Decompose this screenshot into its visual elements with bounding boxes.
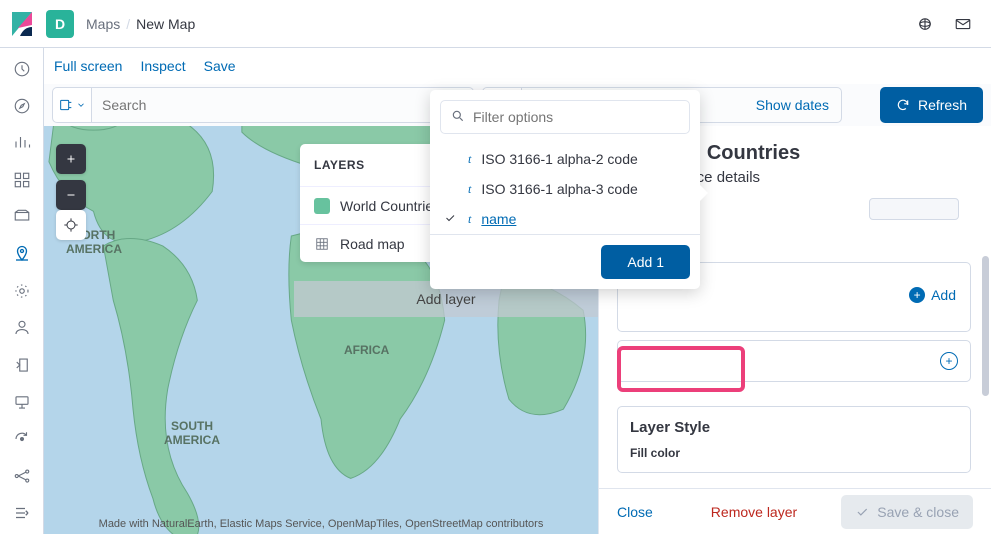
option-label: name	[481, 211, 516, 227]
filter-options-input[interactable]	[473, 109, 679, 125]
add-field-button[interactable]: + Add	[909, 287, 956, 303]
search-input[interactable]	[102, 97, 435, 113]
refresh-label: Refresh	[918, 97, 967, 113]
rail-recent-icon[interactable]	[10, 58, 34, 81]
grid-icon	[314, 236, 330, 252]
rail-infra-icon[interactable]	[10, 316, 34, 339]
config-footer: Close Remove layer Save & close	[599, 488, 991, 534]
option-name[interactable]: t name	[430, 204, 700, 234]
full-screen-link[interactable]: Full screen	[54, 58, 122, 74]
layer-label: Road map	[340, 236, 405, 252]
rail-collapse-icon[interactable]	[10, 501, 34, 524]
inspect-link[interactable]: Inspect	[140, 58, 185, 74]
breadcrumb-current: New Map	[136, 16, 195, 32]
close-link[interactable]: Close	[617, 504, 653, 520]
action-links: Full screen Inspect Save	[44, 48, 991, 84]
breadcrumb: Maps / New Map	[86, 16, 195, 32]
locate-button[interactable]	[56, 210, 86, 240]
plus-outline-icon[interactable]: +	[940, 352, 958, 370]
zoom-in-button[interactable]	[56, 144, 86, 174]
rail-discover-icon[interactable]	[10, 95, 34, 118]
rail-logs-icon[interactable]	[10, 353, 34, 376]
layers-title: LAYERS	[314, 158, 365, 172]
remove-layer-link[interactable]: Remove layer	[711, 504, 797, 520]
secondary-card: +	[617, 340, 971, 382]
left-rail	[0, 48, 44, 534]
option-label: ISO 3166-1 alpha-2 code	[481, 151, 637, 167]
breadcrumb-app[interactable]: Maps	[86, 16, 120, 32]
filter-button[interactable]	[52, 87, 92, 123]
save-close-label: Save & close	[877, 504, 959, 520]
field-select-popover: t ISO 3166-1 alpha-2 code t ISO 3166-1 a…	[430, 90, 700, 289]
plus-circle-icon: +	[909, 287, 925, 303]
check-icon	[444, 211, 458, 227]
rail-apm-icon[interactable]	[10, 390, 34, 413]
search-icon	[451, 109, 465, 126]
option-label: ISO 3166-1 alpha-3 code	[481, 181, 637, 197]
text-type-icon: t	[468, 212, 471, 227]
fill-color-label: Fill color	[630, 446, 958, 460]
scrollbar[interactable]	[982, 256, 989, 396]
partial-card	[869, 198, 959, 220]
rail-visualize-icon[interactable]	[10, 132, 34, 155]
text-type-icon: t	[468, 182, 471, 197]
show-dates-link[interactable]: Show dates	[756, 97, 829, 113]
breadcrumb-separator: /	[126, 16, 130, 32]
layer-swatch-icon	[314, 198, 330, 214]
rail-ml-icon[interactable]	[10, 280, 34, 303]
refresh-button[interactable]: Refresh	[880, 87, 983, 123]
newsfeed-icon[interactable]	[909, 8, 941, 40]
layer-label: World Countries	[340, 198, 440, 214]
text-type-icon: t	[468, 152, 471, 167]
mail-icon[interactable]	[947, 8, 979, 40]
top-header: D Maps / New Map	[0, 0, 991, 48]
rail-uptime-icon[interactable]	[10, 427, 34, 450]
layer-style-title: Layer Style	[630, 419, 958, 436]
map-attribution: Made with NaturalEarth, Elastic Maps Ser…	[44, 518, 598, 530]
option-iso-alpha2[interactable]: t ISO 3166-1 alpha-2 code	[430, 144, 700, 174]
add-label: Add	[931, 287, 956, 303]
add-selected-button[interactable]: Add 1	[601, 245, 690, 279]
rail-graph-icon[interactable]	[10, 464, 34, 487]
add-layer-label: Add layer	[416, 291, 475, 307]
save-close-button: Save & close	[841, 495, 973, 529]
avatar[interactable]: D	[46, 10, 74, 38]
zoom-out-button[interactable]	[56, 180, 86, 210]
layer-style-section: Layer Style Fill color	[617, 406, 971, 473]
rail-maps-icon[interactable]	[10, 243, 34, 266]
rail-canvas-icon[interactable]	[10, 206, 34, 229]
kibana-logo[interactable]	[12, 12, 32, 36]
option-iso-alpha3[interactable]: t ISO 3166-1 alpha-3 code	[430, 174, 700, 204]
save-link[interactable]: Save	[204, 58, 236, 74]
rail-dashboard-icon[interactable]	[10, 169, 34, 192]
